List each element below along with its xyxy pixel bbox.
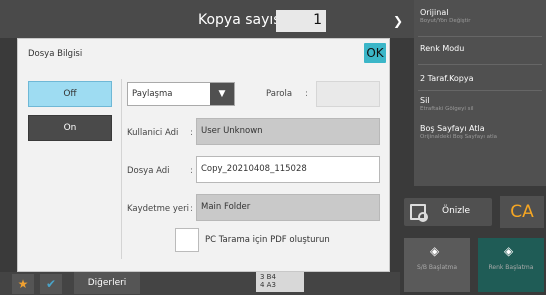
divider	[418, 36, 542, 37]
right-item-sub: Etraftaki Gölgeyi sil	[420, 106, 474, 112]
pdf-checkbox-label[interactable]: PC Tarama için PDF oluşturun	[205, 235, 330, 245]
paper-tray-line: 4 A3	[260, 281, 276, 289]
preview-icon	[410, 204, 428, 222]
chevron-right-icon[interactable]: ❯	[393, 14, 403, 28]
right-function-panel: Orijinal Boyut/Yön Değiştir Renk Modu 2 …	[414, 0, 546, 186]
preview-label: Önizle	[442, 206, 471, 216]
right-item-duplex[interactable]: 2 Taraf.Kopya	[420, 74, 474, 83]
copy-count-input[interactable]: 1	[276, 10, 326, 32]
right-item-label: 2 Taraf.Kopya	[420, 74, 474, 83]
right-item-original[interactable]: Orijinal Boyut/Yön Değiştir	[420, 8, 471, 24]
chevron-down-icon[interactable]: ▼	[210, 83, 234, 105]
username-label: Kullanici Adi	[127, 128, 179, 138]
start-diamond-icon: ◈	[504, 244, 514, 258]
ok-button[interactable]: OK	[364, 43, 386, 63]
copy-count-label: Kopya sayısı	[198, 12, 285, 28]
clear-all-button[interactable]: CA	[500, 196, 544, 228]
sharing-select[interactable]: Paylaşma ▼	[127, 82, 235, 106]
right-item-sub: Boyut/Yön Değiştir	[420, 18, 471, 24]
paper-tray-line: 3 B4	[260, 273, 276, 281]
right-item-label: Sil	[420, 96, 430, 105]
right-item-skip-blank[interactable]: Boş Sayfayı Atla Orijinaldeki Boş Sayfay…	[420, 124, 497, 140]
star-icon[interactable]: ★	[12, 274, 34, 294]
divider	[418, 90, 542, 91]
right-item-sub: Orijinaldeki Boş Sayfayı atla	[420, 134, 498, 140]
off-button[interactable]: Off	[28, 81, 112, 107]
save-location-label: Kaydetme yeri	[127, 204, 189, 214]
save-location-field[interactable]: Main Folder	[196, 194, 380, 221]
password-field[interactable]	[316, 81, 380, 107]
color-start-label: Renk Başlatma	[488, 264, 534, 271]
paper-tray-info: 3 B4 4 A3	[256, 272, 304, 292]
dialog-title: Dosya Bilgisi	[28, 49, 83, 59]
right-item-label: Renk Modu	[420, 44, 465, 53]
file-info-dialog: Dosya Bilgisi OK Off On Paylaşma ▼ Parol…	[17, 38, 390, 272]
right-item-label: Orijinal	[420, 8, 449, 17]
checkmark-icon[interactable]: ✔	[40, 274, 62, 294]
filename-field[interactable]: Copy_20210408_115028	[196, 156, 380, 183]
pdf-checkbox[interactable]	[175, 228, 199, 252]
divider	[418, 64, 542, 65]
sharing-select-value: Paylaşma	[132, 89, 173, 99]
colon-separator: :	[190, 204, 193, 214]
colon-separator: :	[190, 128, 193, 138]
username-field: User Unknown	[196, 118, 380, 145]
right-item-color-mode[interactable]: Renk Modu	[420, 44, 464, 53]
bw-start-button[interactable]: ◈ S/B Başlatma	[404, 238, 470, 292]
colon-separator: :	[305, 89, 308, 99]
others-button[interactable]: Diğerleri	[74, 272, 140, 294]
on-button[interactable]: On	[28, 115, 112, 141]
color-start-button[interactable]: ◈ Renk Başlatma	[478, 238, 544, 292]
divider	[121, 79, 122, 259]
right-item-label: Boş Sayfayı Atla	[420, 124, 485, 133]
preview-button[interactable]: Önizle	[404, 198, 492, 226]
colon-separator: :	[190, 166, 193, 176]
bw-start-label: S/B Başlatma	[417, 264, 457, 271]
filename-label: Dosya Adi	[127, 166, 170, 176]
right-item-erase[interactable]: Sil Etraftaki Gölgeyi sil	[420, 96, 474, 112]
start-diamond-icon: ◈	[430, 244, 440, 258]
password-label: Parola	[266, 89, 293, 99]
